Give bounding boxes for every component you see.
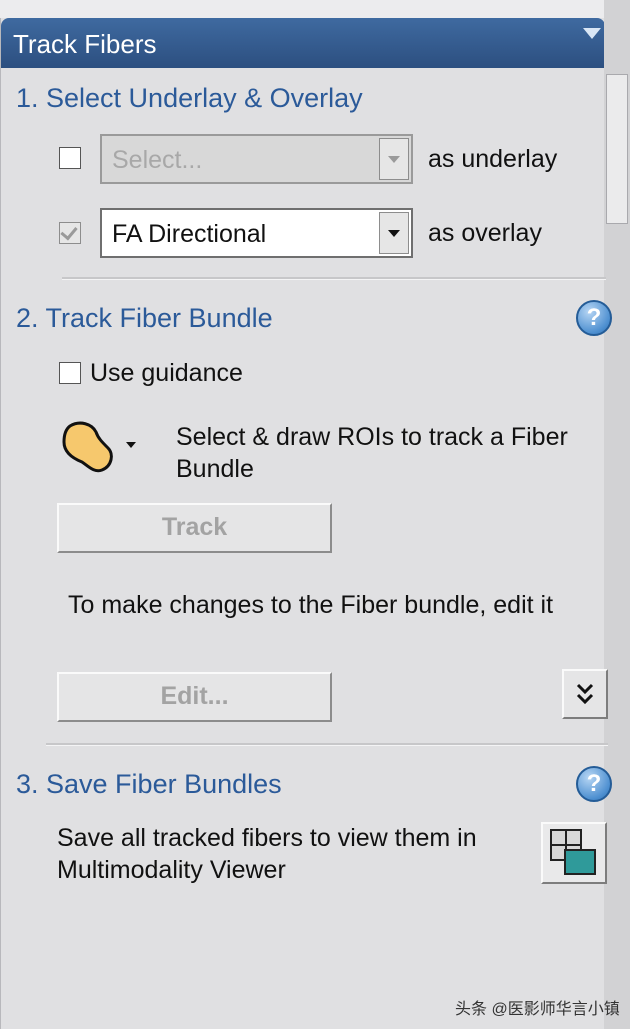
watermark: 头条 @医影师华言小镇 (455, 1001, 620, 1018)
roi-instructions: Select & draw ROIs to track a Fiber Bund… (176, 423, 568, 483)
use-guidance-checkbox[interactable] (59, 362, 81, 384)
overlay-select[interactable]: FA Directional (100, 208, 413, 258)
panel-header[interactable]: Track Fibers (1, 18, 605, 68)
dropdown-arrow-icon (388, 230, 400, 237)
track-button[interactable]: Track (57, 503, 332, 553)
multimodality-viewer-button[interactable] (541, 822, 607, 884)
overlay-dropdown-button[interactable] (379, 212, 409, 254)
section-save-fiber-bundles-title: 3. Save Fiber Bundles (16, 769, 282, 799)
expand-double-chevron-icon (576, 683, 594, 705)
underlay-select-value: Select... (112, 146, 203, 174)
underlay-checkbox[interactable] (59, 147, 81, 169)
overlay-suffix-label: as overlay (428, 219, 542, 247)
collapse-chevron-icon[interactable] (583, 28, 601, 39)
dropdown-arrow-icon (388, 156, 400, 163)
use-guidance-label: Use guidance (90, 359, 243, 387)
edit-button[interactable]: Edit... (57, 672, 332, 722)
top-strip (0, 0, 630, 18)
section-divider (62, 277, 606, 280)
underlay-suffix-label: as underlay (428, 145, 558, 173)
roi-freehand-icon[interactable] (58, 418, 120, 476)
roi-tool-dropdown-caret[interactable] (126, 442, 136, 448)
underlay-dropdown-button[interactable] (379, 138, 409, 180)
edit-instructions: To make changes to the Fiber bundle, edi… (68, 591, 554, 619)
section-divider (46, 743, 608, 746)
save-instructions: Save all tracked fibers to view them in … (57, 824, 477, 884)
overlay-checkbox[interactable] (59, 222, 81, 244)
section-select-underlay-overlay-title: 1. Select Underlay & Overlay (16, 83, 363, 113)
underlay-select[interactable]: Select... (100, 134, 413, 184)
scrollbar-thumb[interactable] (606, 74, 628, 224)
multimodality-viewer-icon (550, 829, 596, 875)
checkmark-icon (60, 222, 78, 241)
panel-title: Track Fibers (13, 29, 157, 59)
section-track-fiber-bundle-title: 2. Track Fiber Bundle (16, 303, 273, 333)
overlay-select-value: FA Directional (112, 220, 267, 248)
expand-button[interactable] (562, 669, 608, 719)
help-icon[interactable]: ? (576, 766, 612, 802)
vertical-scrollbar[interactable] (604, 0, 630, 1029)
help-icon[interactable]: ? (576, 300, 612, 336)
